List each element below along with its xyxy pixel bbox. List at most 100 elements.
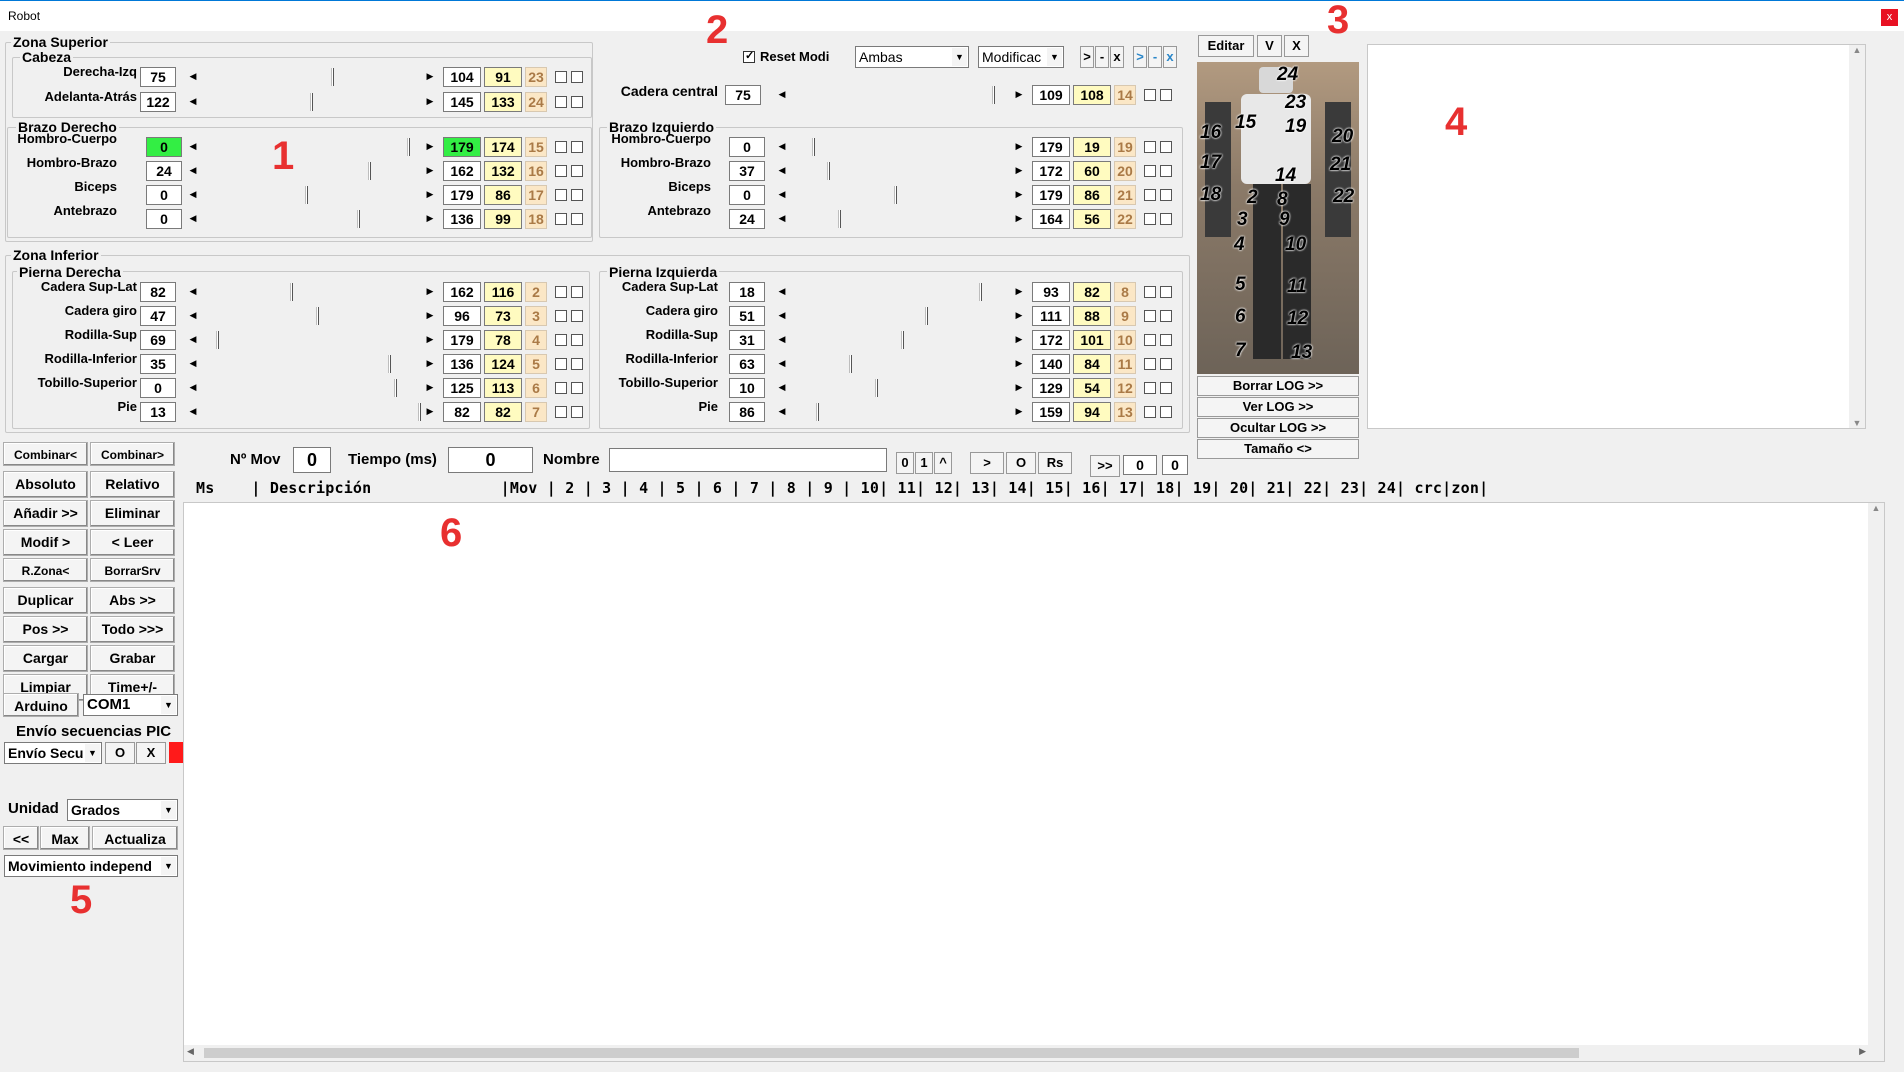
right-button[interactable]: Todo >>>	[90, 616, 175, 643]
servo-value-field[interactable]: 18	[729, 282, 765, 302]
servo-current-field[interactable]: 91	[484, 67, 522, 87]
seq-btn-play[interactable]: >	[970, 452, 1004, 474]
left-button[interactable]: Modif >	[3, 529, 88, 556]
scroll-left-arrow[interactable]: ◀	[774, 306, 790, 326]
servo-slider[interactable]	[201, 92, 422, 112]
slider-thumb[interactable]	[894, 186, 897, 204]
servo-current-field[interactable]: 19	[1073, 137, 1111, 157]
seq-fwd-button[interactable]: >>	[1090, 455, 1120, 477]
seq-btn-rs[interactable]: Rs	[1038, 452, 1072, 474]
servo-slider[interactable]	[201, 354, 422, 374]
servo-current-field[interactable]: 174	[484, 137, 522, 157]
servo-value-field[interactable]: 37	[729, 161, 765, 181]
scroll-left-arrow[interactable]: ◀	[774, 378, 790, 398]
servo-max-field[interactable]: 179	[443, 137, 481, 157]
seq-btn-1[interactable]: 1	[915, 452, 933, 474]
servo-max-field[interactable]: 111	[1032, 306, 1070, 326]
scroll-left-arrow[interactable]: ◀	[774, 85, 790, 105]
scroll-right-arrow[interactable]: ▶	[422, 161, 438, 181]
servo-checkbox-a[interactable]	[1144, 406, 1156, 418]
scroll-left-arrow[interactable]: ◀	[774, 354, 790, 374]
servo-checkbox-a[interactable]	[555, 213, 567, 225]
slider-thumb[interactable]	[925, 307, 928, 325]
nav-btn-4[interactable]: >	[1133, 46, 1147, 68]
servo-value-field[interactable]: 0	[140, 378, 176, 398]
servo-current-field[interactable]: 116	[484, 282, 522, 302]
servo-current-field[interactable]: 73	[484, 306, 522, 326]
servo-max-field[interactable]: 172	[1032, 161, 1070, 181]
slider-thumb[interactable]	[290, 283, 293, 301]
servo-slider[interactable]	[790, 209, 1011, 229]
left-button[interactable]: Pos >>	[3, 616, 88, 643]
scroll-right-arrow[interactable]: ▶	[422, 306, 438, 326]
servo-max-field[interactable]: 179	[443, 330, 481, 350]
scroll-right-arrow[interactable]: ▶	[1011, 354, 1027, 374]
right-button[interactable]: Relativo	[90, 471, 175, 498]
nav-btn-3[interactable]: x	[1110, 46, 1124, 68]
scroll-right-arrow[interactable]: ▶	[422, 354, 438, 374]
servo-checkbox-a[interactable]	[555, 406, 567, 418]
servo-slider[interactable]	[201, 161, 422, 181]
servo-value-field[interactable]: 0	[729, 137, 765, 157]
servo-slider[interactable]	[201, 137, 422, 157]
servo-checkbox-a[interactable]	[1144, 165, 1156, 177]
pic-x-button[interactable]: X	[136, 742, 166, 764]
movimiento-combo[interactable]: Movimiento independ ▼	[4, 855, 178, 877]
scroll-left-arrow[interactable]: ◀	[185, 330, 201, 350]
v-button[interactable]: V	[1257, 35, 1282, 57]
servo-value-field[interactable]: 13	[140, 402, 176, 422]
servo-checkbox-a[interactable]	[555, 358, 567, 370]
back-button[interactable]: <<	[3, 826, 39, 850]
servo-current-field[interactable]: 108	[1073, 85, 1111, 105]
left-button[interactable]: Combinar<	[3, 442, 88, 466]
left-button[interactable]: Añadir >>	[3, 500, 88, 527]
servo-slider[interactable]	[790, 330, 1011, 350]
servo-current-field[interactable]: 84	[1073, 354, 1111, 374]
servo-checkbox-b[interactable]	[1160, 406, 1172, 418]
servo-checkbox-a[interactable]	[555, 382, 567, 394]
scrollbar-thumb[interactable]	[204, 1048, 1579, 1058]
scroll-left-arrow[interactable]: ◀	[774, 282, 790, 302]
servo-current-field[interactable]: 99	[484, 209, 522, 229]
scroll-left-arrow[interactable]: ◀	[774, 402, 790, 422]
log-button-1[interactable]: Ver LOG >>	[1197, 397, 1359, 417]
servo-slider[interactable]	[201, 67, 422, 87]
servo-checkbox-a[interactable]	[555, 71, 567, 83]
servo-current-field[interactable]: 124	[484, 354, 522, 374]
servo-checkbox-a[interactable]	[555, 334, 567, 346]
servo-checkbox-a[interactable]	[1144, 334, 1156, 346]
right-button[interactable]: Abs >>	[90, 587, 175, 614]
servo-checkbox-a[interactable]	[1144, 213, 1156, 225]
slider-thumb[interactable]	[901, 331, 904, 349]
scroll-right-arrow[interactable]: ▶	[422, 185, 438, 205]
horizontal-scrollbar[interactable]: ◀ ▶	[184, 1045, 1869, 1061]
scroll-right-arrow[interactable]: ▶	[1011, 137, 1027, 157]
scroll-right-arrow[interactable]: ▶	[422, 282, 438, 302]
servo-max-field[interactable]: 125	[443, 378, 481, 398]
scroll-right-arrow[interactable]: ▶	[1011, 378, 1027, 398]
servo-value-field[interactable]: 75	[140, 67, 176, 87]
servo-current-field[interactable]: 60	[1073, 161, 1111, 181]
slider-thumb[interactable]	[418, 403, 421, 421]
servo-current-field[interactable]: 88	[1073, 306, 1111, 326]
servo-slider[interactable]	[201, 282, 422, 302]
left-button[interactable]: Duplicar	[3, 587, 88, 614]
scroll-left-arrow[interactable]: ◀	[185, 306, 201, 326]
servo-current-field[interactable]: 133	[484, 92, 522, 112]
servo-value-field[interactable]: 75	[725, 85, 761, 105]
slider-thumb[interactable]	[838, 210, 841, 228]
servo-checkbox-b[interactable]	[1160, 334, 1172, 346]
servo-checkbox-a[interactable]	[1144, 286, 1156, 298]
scroll-left-arrow[interactable]: ◀	[185, 354, 201, 374]
servo-max-field[interactable]: 104	[443, 67, 481, 87]
servo-checkbox-b[interactable]	[1160, 286, 1172, 298]
slider-thumb[interactable]	[979, 283, 982, 301]
unidad-combo[interactable]: Grados ▼	[67, 799, 178, 821]
com-port-combo[interactable]: COM1 ▼	[83, 694, 178, 716]
seq-btn-0[interactable]: 0	[896, 452, 914, 474]
scroll-right-arrow[interactable]: ▶	[1011, 330, 1027, 350]
servo-slider[interactable]	[201, 330, 422, 350]
servo-value-field[interactable]: 82	[140, 282, 176, 302]
scroll-right-arrow[interactable]: ▶	[1011, 209, 1027, 229]
servo-checkbox-a[interactable]	[1144, 358, 1156, 370]
